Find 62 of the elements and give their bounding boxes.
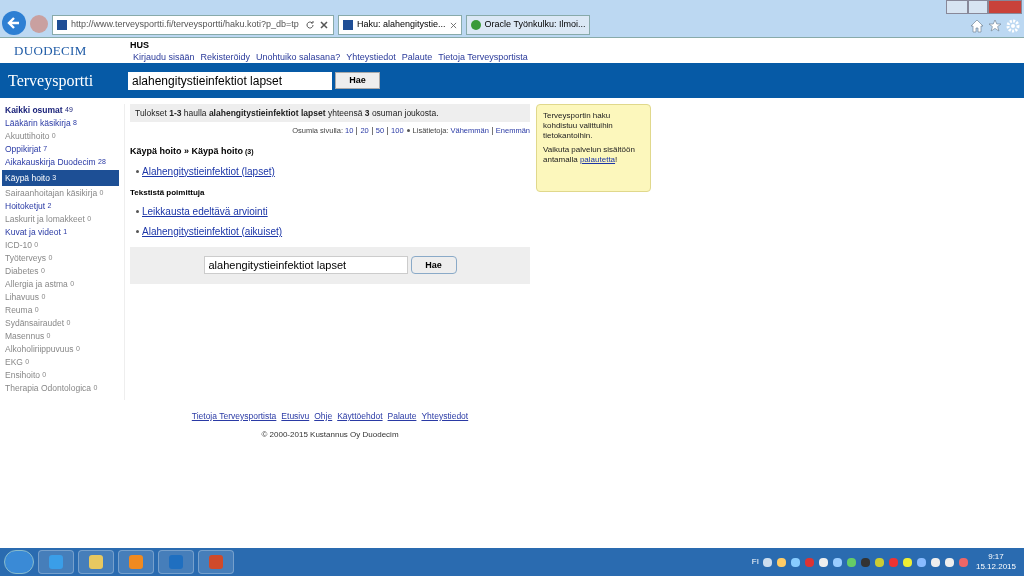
result-link[interactable]: Alahengitystieinfektiot (aikuiset) [142, 223, 283, 239]
url-text: http://www.terveysportti.fi/terveysportti/haku.koti?p_db=tp [71, 18, 300, 32]
browser-tab[interactable]: Oracle Työnkulku: Ilmoi... [465, 15, 591, 35]
tab-title: Oracle Työnkulku: Ilmoi... [484, 18, 586, 32]
footer-link[interactable]: Tietoja Terveysportista [191, 409, 277, 423]
bullet-icon [136, 229, 139, 233]
tray-icons-drawing[interactable] [762, 557, 968, 567]
settings-icon[interactable] [1006, 19, 1020, 33]
clock-time[interactable]: 9:17 [988, 552, 1004, 562]
search-field[interactable]: alahengitystieinfektiot lapset [203, 256, 408, 275]
star-icon[interactable] [988, 19, 1002, 33]
site-icon [57, 20, 67, 30]
media-player-icon[interactable] [118, 550, 154, 574]
header-link[interactable]: Unohtuiko salasana? [256, 50, 341, 63]
clock-date[interactable]: 15.12.2015 [975, 562, 1016, 572]
mail-icon[interactable] [158, 550, 194, 574]
minimize-button[interactable] [946, 0, 968, 14]
bullet-icon [136, 169, 139, 173]
result-link[interactable]: Alahengitystieinfektiot (lapset) [142, 163, 275, 179]
search-button[interactable]: Hae [335, 72, 380, 89]
forward-button[interactable] [30, 15, 48, 33]
notice-text: Vaikuta palvelun sisältöön antamalla palautetta! [543, 145, 636, 165]
language-indicator[interactable]: FI [751, 556, 759, 568]
folder-icon[interactable] [78, 550, 114, 574]
footer-link[interactable]: Yhteystiedot [421, 409, 469, 423]
site-icon [470, 20, 481, 30]
site-icon [343, 20, 353, 30]
search-field[interactable]: alahengitystieinfektiot lapset [128, 71, 332, 90]
header-link[interactable]: Tietoja Terveysportista [438, 50, 528, 63]
duodecim-logo[interactable]: DUODECIM [0, 40, 130, 61]
browser-icon[interactable] [38, 550, 74, 574]
header-link[interactable]: Kirjaudu sisään [133, 50, 195, 63]
bullet-icon [136, 209, 139, 213]
start-button[interactable] [4, 550, 34, 574]
terveysportti-logo[interactable]: Terveysportti [0, 68, 128, 93]
address-bar[interactable]: http://www.terveysportti.fi/terveysportti/haku.koti?p_db=tp [52, 15, 334, 35]
tab-title: Haku: alahengitystie... [357, 18, 446, 32]
refresh-icon[interactable] [305, 20, 315, 30]
result-link[interactable]: Leikkausta edeltävä arviointi [142, 203, 268, 219]
back-arrow-icon [7, 16, 21, 30]
group-heading: Tekstistä poimittuja [130, 186, 206, 199]
back-button[interactable] [2, 11, 26, 35]
copyright-text: © 2000-2015 Kustannus Oy Duodecim [260, 428, 400, 441]
footer-link[interactable]: Ohje [314, 409, 333, 423]
footer-link[interactable]: Käyttöehdot [337, 409, 383, 423]
maximize-button[interactable] [968, 0, 988, 14]
organization-label: HUS [130, 38, 150, 51]
bullet-icon [406, 129, 410, 133]
header-link[interactable]: Palaute [401, 50, 433, 63]
presentation-icon[interactable] [198, 550, 234, 574]
header-link[interactable]: Yhteystiedot [346, 50, 396, 63]
home-icon[interactable] [970, 19, 984, 33]
header-link[interactable]: Rekisteröidy [200, 50, 251, 63]
footer-link[interactable]: Palaute [387, 409, 417, 423]
close-button[interactable] [988, 0, 1022, 14]
browser-tab[interactable]: Haku: alahengitystie... [338, 15, 462, 35]
search-button[interactable]: Hae [410, 256, 457, 275]
close-icon[interactable] [449, 21, 457, 29]
footer-link[interactable]: Etusivu [281, 409, 310, 423]
notice-text: Terveysportin haku kohdistuu valittuihin tietokantoihin. [543, 111, 614, 141]
close-icon[interactable] [319, 20, 329, 30]
results-summary: Tulokset 1-3 haulla alahengitystieinfektiot lapset yhteensä 3 osuman joukosta. [135, 106, 439, 120]
